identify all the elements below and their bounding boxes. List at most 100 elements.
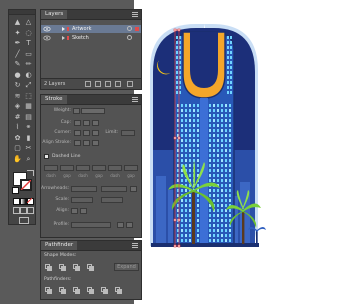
artboard-canvas[interactable]	[134, 0, 360, 304]
type-tool-icon[interactable]: T	[24, 39, 33, 48]
layer-row-artwork[interactable]: Artwork	[41, 25, 141, 33]
projecting-cap-button[interactable]	[92, 120, 99, 126]
tab-layers[interactable]: Layers	[41, 10, 68, 19]
blob-brush-tool-icon[interactable]: ●	[13, 71, 22, 80]
dash-field-1[interactable]	[44, 165, 58, 171]
pen-tool-icon[interactable]: ✒	[13, 39, 22, 48]
kingdom-tower-illustration[interactable]	[134, 0, 360, 304]
selected-art-indicator[interactable]	[135, 27, 139, 31]
stroke-swatch[interactable]	[20, 179, 32, 191]
free-transform-tool-icon[interactable]: ⬚	[24, 92, 33, 101]
tools-panel-grip[interactable]	[9, 10, 35, 15]
trim-button[interactable]	[59, 287, 66, 294]
start-arrowhead-select[interactable]	[71, 186, 97, 192]
mesh-tool-icon[interactable]: #	[13, 113, 22, 122]
tab-pathfinder[interactable]: Pathfinder	[41, 241, 78, 250]
eyedropper-tool-icon[interactable]: ⌇	[13, 123, 22, 132]
miter-join-button[interactable]	[74, 130, 81, 136]
draw-mode-icon[interactable]	[13, 207, 20, 214]
layer-name[interactable]: Sketch	[72, 34, 89, 42]
draw-inside-icon[interactable]	[27, 207, 34, 214]
blend-tool-icon[interactable]: ⚭	[24, 123, 33, 132]
limit-field[interactable]	[121, 130, 135, 136]
gap-field-2[interactable]	[92, 165, 106, 171]
expand-triangle-icon[interactable]	[61, 34, 66, 42]
dash-field-2[interactable]	[76, 165, 90, 171]
eraser-tool-icon[interactable]: ◐	[24, 71, 33, 80]
make-clipping-mask-icon[interactable]	[95, 81, 101, 87]
visibility-eye-icon[interactable]	[43, 34, 51, 42]
direct-selection-tool-icon[interactable]: △	[24, 18, 33, 27]
layer-row-sketch[interactable]: Sketch	[41, 34, 141, 42]
pencil-tool-icon[interactable]: ✏	[24, 60, 33, 69]
none-mode-icon[interactable]	[27, 198, 34, 205]
slice-tool-icon[interactable]: ✂	[24, 144, 33, 153]
outline-button[interactable]	[101, 287, 108, 294]
width-tool-icon[interactable]: ≋	[13, 92, 22, 101]
color-mode-icon[interactable]	[13, 198, 20, 205]
panel-menu-icon[interactable]	[132, 243, 138, 248]
screen-mode-icon[interactable]	[19, 217, 29, 224]
align-center-button[interactable]	[74, 140, 81, 146]
round-join-button[interactable]	[83, 130, 90, 136]
round-cap-button[interactable]	[83, 120, 90, 126]
magic-wand-tool-icon[interactable]: ✦	[13, 29, 22, 38]
rotate-tool-icon[interactable]: ↻	[13, 81, 22, 90]
column-graph-tool-icon[interactable]: ▮	[24, 134, 33, 143]
expand-button[interactable]: Expand	[114, 263, 139, 271]
butt-cap-button[interactable]	[74, 120, 81, 126]
weight-stepper[interactable]	[73, 108, 80, 114]
minus-front-button[interactable]	[59, 264, 66, 271]
panel-menu-icon[interactable]	[132, 12, 138, 17]
paintbrush-tool-icon[interactable]: ✎	[13, 60, 22, 69]
locate-object-icon[interactable]	[85, 81, 91, 87]
gradient-mode-icon[interactable]	[20, 198, 27, 205]
layer-name[interactable]: Artwork	[72, 25, 92, 33]
flip-across-button[interactable]	[126, 222, 133, 228]
crop-button[interactable]	[87, 287, 94, 294]
scale-tool-icon[interactable]: ⤢	[24, 81, 33, 90]
unite-button[interactable]	[45, 264, 52, 271]
create-sublayer-icon[interactable]	[105, 81, 111, 87]
intersect-button[interactable]	[73, 264, 80, 271]
delete-layer-icon[interactable]	[127, 81, 133, 87]
swap-fill-stroke-icon[interactable]	[27, 170, 34, 176]
hand-tool-icon[interactable]: ✋	[13, 155, 22, 164]
artboard-tool-icon[interactable]: ▢	[13, 144, 22, 153]
lock-toggle[interactable]	[52, 34, 58, 42]
bevel-join-button[interactable]	[92, 130, 99, 136]
shape-builder-tool-icon[interactable]: ◈	[13, 102, 22, 111]
line-tool-icon[interactable]: ╱	[13, 50, 22, 59]
end-scale-field[interactable]	[101, 197, 123, 203]
perspective-grid-tool-icon[interactable]: ▦	[24, 102, 33, 111]
flip-along-button[interactable]	[117, 222, 124, 228]
divide-button[interactable]	[45, 287, 52, 294]
panel-menu-icon[interactable]	[132, 97, 138, 102]
layer-target-icon[interactable]	[127, 35, 132, 40]
tab-stroke[interactable]: Stroke	[41, 95, 67, 104]
layer-target-icon[interactable]	[127, 26, 132, 31]
symbol-sprayer-tool-icon[interactable]: ✿	[13, 134, 22, 143]
default-colors-icon[interactable]	[12, 187, 19, 194]
weight-field[interactable]	[81, 108, 105, 114]
draw-behind-icon[interactable]	[20, 207, 27, 214]
gap-field-1[interactable]	[60, 165, 74, 171]
selection-tool-icon[interactable]: ▲	[13, 18, 22, 27]
rectangle-tool-icon[interactable]: ▭	[24, 50, 33, 59]
lasso-tool-icon[interactable]: ◌	[24, 29, 33, 38]
arrow-tip-at-end-button[interactable]	[80, 208, 87, 214]
expand-triangle-icon[interactable]	[61, 25, 66, 33]
profile-select[interactable]	[71, 222, 111, 228]
swap-arrowheads-button[interactable]	[130, 186, 137, 192]
merge-button[interactable]	[73, 287, 80, 294]
gap-field-3[interactable]	[124, 165, 138, 171]
minus-back-button[interactable]	[115, 287, 122, 294]
gradient-tool-icon[interactable]: ▤	[24, 113, 33, 122]
create-new-layer-icon[interactable]	[115, 81, 121, 87]
zoom-tool-icon[interactable]: ⌕	[24, 155, 33, 164]
align-outside-button[interactable]	[92, 140, 99, 146]
arrow-tip-beyond-button[interactable]	[71, 208, 78, 214]
start-scale-field[interactable]	[71, 197, 93, 203]
exclude-button[interactable]	[87, 264, 94, 271]
align-inside-button[interactable]	[83, 140, 90, 146]
